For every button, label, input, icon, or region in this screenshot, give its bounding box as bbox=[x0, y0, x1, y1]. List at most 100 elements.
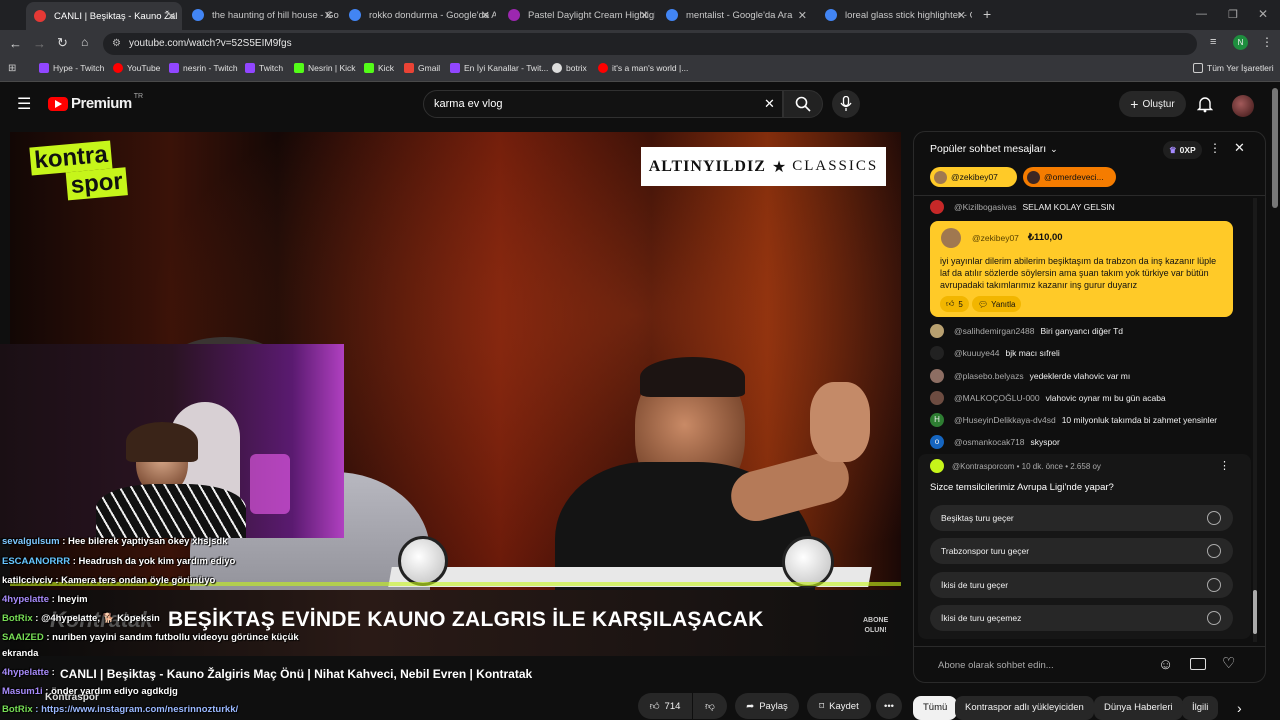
chat-author[interactable]: @kuuuye44 bbox=[954, 348, 1000, 358]
page-scrollbar-thumb[interactable] bbox=[1272, 88, 1278, 208]
chat-text: 10 milyonluk takımda bi zahmet yensinler bbox=[1061, 415, 1218, 425]
youtube-premium-logo[interactable]: Premium TR bbox=[48, 93, 144, 112]
overlay-chat-line: BotRix : https://www.instagram.com/nesri… bbox=[2, 704, 238, 715]
voice-search-button[interactable] bbox=[832, 90, 860, 118]
bookmark-item[interactable]: it's a man's world |... bbox=[598, 63, 688, 73]
divider bbox=[914, 646, 1265, 647]
browser-tab[interactable]: CANLI | Beşiktaş - Kauno Žal ✕ bbox=[26, 2, 182, 30]
clear-search-icon[interactable]: ✕ bbox=[764, 91, 775, 117]
xp-badge[interactable]: ♛ 0XP bbox=[1163, 141, 1202, 159]
emoji-icon[interactable]: ☺ bbox=[1158, 656, 1173, 673]
superchat-reply-button[interactable]: 💬︎ Yanıtla bbox=[972, 296, 1022, 312]
chat-text: : bbox=[51, 667, 55, 678]
chat-input[interactable]: Abone olarak sohbet edin... bbox=[930, 652, 1150, 680]
superchat-like-button[interactable]: 👍︎ 5 bbox=[940, 296, 969, 312]
chat-scrollbar-thumb[interactable] bbox=[1253, 590, 1257, 634]
dislike-button[interactable]: 👎︎ bbox=[693, 693, 727, 719]
new-tab-icon[interactable]: + bbox=[983, 6, 991, 22]
url-bar[interactable]: ⚙ youtube.com/watch?v=52S5EIM9fgs bbox=[103, 33, 1197, 55]
bookmark-item[interactable]: Gmail bbox=[404, 63, 440, 73]
overlay-chat-line: 4hypelatte : Ineyim bbox=[2, 594, 88, 605]
create-button[interactable]: + Oluştur bbox=[1119, 91, 1186, 117]
region-code: TR bbox=[133, 93, 144, 100]
chat-author[interactable]: @HuseyinDelikkaya-dv4sd bbox=[954, 415, 1056, 425]
chip-from-uploader[interactable]: Kontraspor adlı yükleyiciden bbox=[955, 696, 1094, 720]
more-actions-button[interactable]: ••• bbox=[876, 693, 902, 719]
back-icon[interactable]: ← bbox=[9, 36, 22, 51]
close-tab-icon[interactable]: ✕ bbox=[957, 9, 966, 22]
like-button[interactable]: 👍︎ 714 bbox=[638, 693, 692, 719]
poll-option[interactable]: İkisi de turu geçemez bbox=[930, 605, 1233, 631]
profile-avatar[interactable]: N bbox=[1233, 35, 1248, 50]
browser-tab[interactable]: Pastel Daylight Cream Highlight ✕ bbox=[500, 3, 655, 27]
heart-icon[interactable]: ♡ bbox=[1222, 654, 1235, 672]
close-tab-icon[interactable]: ✕ bbox=[167, 10, 176, 23]
chat-author[interactable]: @MALKOÇOĞLU-000 bbox=[954, 393, 1040, 403]
all-bookmarks[interactable]: Tüm Yer İşaretleri bbox=[1193, 63, 1274, 73]
notifications-bell-icon[interactable] bbox=[1197, 95, 1213, 113]
chat-menu-icon[interactable]: ⋮ bbox=[1209, 141, 1221, 155]
chat-message: o @osmankocak718 skyspor bbox=[930, 435, 1060, 449]
reading-list-icon[interactable]: ≡ bbox=[1210, 36, 1216, 48]
superchat-author[interactable]: @zekibey07 bbox=[972, 233, 1019, 243]
bookmark-item[interactable]: Twitch bbox=[245, 63, 283, 73]
pinned-donor-chip[interactable]: @omerdeveci... bbox=[1023, 167, 1116, 187]
search-button[interactable] bbox=[783, 90, 823, 118]
poll-option[interactable]: Beşiktaş turu geçer bbox=[930, 505, 1233, 531]
chat-scrollbar[interactable] bbox=[1253, 198, 1257, 642]
channel-name[interactable]: Kontraspor bbox=[45, 692, 99, 703]
close-tab-icon[interactable]: ✕ bbox=[640, 9, 649, 22]
bookmark-item[interactable]: nesrin - Twitch bbox=[169, 63, 238, 73]
chat-author[interactable]: @plasebo.belyazs bbox=[954, 371, 1024, 381]
bookmark-item[interactable]: Kick bbox=[364, 63, 394, 73]
browser-tab[interactable]: the haunting of hill house - Goo ✕ bbox=[184, 3, 339, 27]
close-tab-icon[interactable]: ✕ bbox=[324, 9, 333, 22]
minimize-icon[interactable]: — bbox=[1196, 8, 1207, 20]
bookmark-item[interactable]: YouTube bbox=[113, 63, 160, 73]
close-window-icon[interactable]: ✕ bbox=[1258, 7, 1268, 21]
bookmark-item[interactable]: botrix bbox=[552, 63, 587, 73]
home-icon[interactable]: ⌂ bbox=[81, 35, 88, 49]
bookmark-label: YouTube bbox=[127, 63, 161, 73]
save-button[interactable]: ⌑ Kaydet bbox=[807, 693, 871, 719]
poll-menu-icon[interactable]: ⋮ bbox=[1219, 459, 1230, 472]
bookmark-label: Kick bbox=[378, 63, 395, 73]
chip-related[interactable]: İlgili bbox=[1182, 696, 1219, 720]
browser-menu-icon[interactable]: ⋮ bbox=[1261, 35, 1273, 49]
pinned-donor-chip[interactable]: @zekibey07 bbox=[930, 167, 1017, 187]
chevron-right-icon[interactable]: › bbox=[1237, 700, 1242, 716]
reload-icon[interactable]: ↻ bbox=[57, 35, 68, 51]
hamburger-menu-icon[interactable]: ☰ bbox=[17, 94, 31, 114]
restore-icon[interactable]: ❐ bbox=[1228, 8, 1238, 21]
chat-mode-dropdown[interactable]: Popüler sohbet mesajları ⌄ bbox=[930, 143, 1058, 155]
browser-tab[interactable]: rokko dondurma - Google'da A ✕ bbox=[341, 3, 496, 27]
chip-all[interactable]: Tümü bbox=[913, 696, 958, 720]
browser-tab[interactable]: mentalist - Google'da Ara ✕ bbox=[658, 3, 813, 27]
google-favicon-icon bbox=[349, 9, 361, 21]
superchat-amount: ₺110,00 bbox=[1028, 232, 1063, 243]
poll-author[interactable]: @Kontrasporcom bbox=[952, 462, 1014, 471]
chat-author[interactable]: @salihdemirgan2488 bbox=[954, 326, 1034, 336]
site-info-icon[interactable]: ⚙ bbox=[112, 33, 121, 55]
close-chat-icon[interactable]: ✕ bbox=[1234, 140, 1245, 156]
browser-tab[interactable]: loreal glass stick highlighter - G ✕ bbox=[817, 3, 972, 27]
poll-option[interactable]: Trabzonspor turu geçer bbox=[930, 538, 1233, 564]
logo-text: Premium bbox=[71, 95, 132, 112]
account-avatar[interactable] bbox=[1232, 95, 1254, 117]
chip-world-news[interactable]: Dünya Haberleri bbox=[1094, 696, 1183, 720]
super-chat-icon[interactable] bbox=[1190, 658, 1206, 670]
apps-grid-icon[interactable]: ⊞ bbox=[8, 63, 16, 74]
bookmark-item[interactable]: Hype - Twitch bbox=[39, 63, 104, 73]
chat-text: ekranda bbox=[2, 648, 39, 659]
bookmark-item[interactable]: En İyi Kanallar - Twit... bbox=[450, 63, 548, 73]
bookmark-item[interactable]: Nesrin | Kick bbox=[294, 63, 356, 73]
kick-icon bbox=[364, 63, 374, 73]
chat-author[interactable]: @osmankocak718 bbox=[954, 437, 1025, 447]
chat-author[interactable]: @Kizilbogasivas bbox=[954, 202, 1017, 212]
search-input[interactable]: karma ev vlog ✕ bbox=[423, 90, 783, 118]
forward-icon[interactable]: → bbox=[33, 36, 46, 51]
close-tab-icon[interactable]: ✕ bbox=[798, 9, 807, 22]
close-tab-icon[interactable]: ✕ bbox=[481, 9, 490, 22]
poll-option[interactable]: İkisi de turu geçer bbox=[930, 572, 1233, 598]
share-button[interactable]: ➦ Paylaş bbox=[735, 693, 799, 719]
